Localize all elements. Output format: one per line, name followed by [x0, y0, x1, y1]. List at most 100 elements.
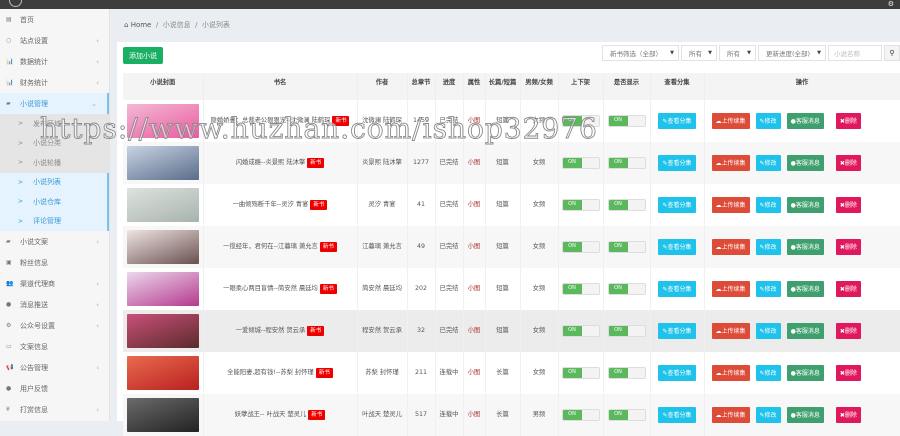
sidebar-item[interactable]: ¥ 打赏信息 ‹ [0, 399, 109, 420]
author: 简安然 晨廷均 [357, 268, 408, 310]
upload-sequel-button[interactable]: ☁ 上传续集 [711, 239, 750, 255]
sidebar-item-label: 消息推送 [20, 300, 48, 309]
sidebar-item[interactable]: ▤ 首页 [0, 9, 109, 30]
display-toggle[interactable]: ON [607, 409, 646, 421]
edit-button[interactable]: ✎ 修改 [755, 281, 781, 297]
sidebar-item[interactable]: ▰ 小说文案 ‹ [0, 231, 109, 252]
author: 沈微澜 陆鹤琛 [357, 100, 408, 142]
customer-message-button[interactable]: ● 客服消息 [786, 239, 824, 255]
view-episodes-button[interactable]: ✎ 查看分集 [658, 239, 696, 255]
sidebar-subitem[interactable]: > 发布区域 [0, 114, 109, 134]
upload-sequel-button[interactable]: ☁ 上传续集 [711, 113, 750, 129]
novel-name-search-input[interactable]: 小说名称 [828, 45, 882, 61]
display-cell: ON [603, 226, 651, 268]
upload-sequel-button[interactable]: ☁ 上传续集 [711, 197, 750, 213]
delete-button[interactable]: ✖ 删除 [835, 281, 861, 297]
shelf-toggle[interactable]: ON [561, 157, 600, 169]
delete-button[interactable]: ✖ 删除 [835, 197, 861, 213]
shelf-cell: ON [558, 184, 604, 226]
breadcrumb-home[interactable]: Home [131, 21, 152, 29]
shelf-toggle[interactable]: ON [561, 409, 600, 421]
view-episodes-button[interactable]: ✎ 查看分集 [658, 197, 696, 213]
menu-icon: 👥 [6, 280, 14, 287]
shelf-toggle[interactable]: ON [561, 199, 600, 211]
chevron-right-icon: > [18, 178, 24, 186]
cover-cell [123, 352, 204, 394]
sidebar-item[interactable]: ○ 站点设置 ‹ [0, 30, 109, 51]
display-toggle[interactable]: ON [607, 199, 646, 211]
upload-sequel-button[interactable]: ☁ 上传续集 [711, 155, 750, 171]
view-episodes-button[interactable]: ✎ 查看分集 [658, 365, 696, 381]
delete-button[interactable]: ✖ 删除 [835, 365, 861, 381]
sidebar-item[interactable]: ⚙ 公众号设置 ‹ [0, 315, 109, 336]
edit-button[interactable]: ✎ 修改 [755, 197, 781, 213]
btn-label: 上传续集 [721, 243, 746, 251]
view-episodes-button[interactable]: ✎ 查看分集 [658, 323, 696, 339]
chevron-icon: ‹ [96, 405, 99, 414]
view-episodes-button[interactable]: ✎ 查看分集 [658, 155, 696, 171]
display-toggle[interactable]: ON [607, 241, 646, 253]
settings-icon[interactable]: ⚙ [888, 0, 894, 8]
customer-message-button[interactable]: ● 客服消息 [786, 155, 824, 171]
customer-message-button[interactable]: ● 客服消息 [786, 281, 824, 297]
delete-button[interactable]: ✖ 删除 [835, 323, 861, 339]
sidebar-item[interactable]: ▰ 小说管理 ⌄ [0, 93, 109, 114]
search-button[interactable]: ⚲ [884, 45, 900, 61]
sidebar-item[interactable]: 📊 数据统计 ‹ [0, 51, 109, 72]
sidebar-item[interactable]: ▣ 粉丝信息 [0, 252, 109, 273]
add-novel-button[interactable]: 添加小说 [123, 47, 163, 64]
shelf-toggle[interactable]: ON [561, 283, 600, 295]
sidebar-item[interactable]: 📢 公告管理 ‹ [0, 357, 109, 378]
menu-icon: 📊 [6, 58, 14, 65]
customer-message-button[interactable]: ● 客服消息 [786, 365, 824, 381]
sidebar-item[interactable]: ▭ 文案信息 [0, 336, 109, 357]
sidebar-subitem[interactable]: > 小说轮播 [0, 153, 109, 173]
shelf-toggle[interactable]: ON [561, 367, 600, 379]
title-cell: 全能阳妻,超有钱!--苏梨 封怀瑾 新书 [203, 352, 358, 394]
display-toggle[interactable]: ON [607, 283, 646, 295]
sidebar-item[interactable]: ● 消息推送 ‹ [0, 294, 109, 315]
episodes-cell: ✎ 查看分集 [650, 394, 705, 436]
view-episodes-button[interactable]: ✎ 查看分集 [658, 281, 696, 297]
delete-button[interactable]: ✖ 删除 [835, 239, 861, 255]
breadcrumb-novel-info[interactable]: 小说信息 [163, 21, 191, 29]
shelf-toggle[interactable]: ON [561, 325, 600, 337]
upload-sequel-button[interactable]: ☁ 上传续集 [711, 365, 750, 381]
shelf-toggle[interactable]: ON [561, 241, 600, 253]
sidebar-subitem[interactable]: > 评论管理 [0, 211, 109, 231]
sidebar-subitem[interactable]: > 小说分类 [0, 133, 109, 153]
display-toggle[interactable]: ON [607, 367, 646, 379]
sidebar-item[interactable]: 👥 渠道代理商 ‹ [0, 273, 109, 294]
sidebar-item[interactable]: 📊 财务统计 ‹ [0, 72, 109, 93]
display-toggle[interactable]: ON [607, 325, 646, 337]
display-toggle[interactable]: ON [607, 157, 646, 169]
delete-button[interactable]: ✖ 删除 [835, 155, 861, 171]
delete-button[interactable]: ✖ 删除 [835, 113, 861, 129]
edit-button[interactable]: ✎ 修改 [755, 113, 781, 129]
display-toggle[interactable]: ON [607, 115, 646, 127]
customer-message-button[interactable]: ● 客服消息 [786, 197, 824, 213]
novel-cover-image [126, 356, 199, 390]
chevron-icon: ‹ [96, 363, 99, 372]
update-progress-filter[interactable]: 更新进度(全部) ▼ [758, 45, 826, 61]
edit-button[interactable]: ✎ 修改 [755, 239, 781, 255]
edit-button[interactable]: ✎ 修改 [755, 365, 781, 381]
filter-all-1[interactable]: 所有 ▼ [681, 45, 717, 61]
view-episodes-button[interactable]: ✎ 查看分集 [658, 113, 696, 129]
sidebar-subitem[interactable]: > 小说仓库 [0, 192, 109, 212]
new-book-badge: 新书 [315, 367, 333, 379]
upload-sequel-button[interactable]: ☁ 上传续集 [711, 323, 750, 339]
new-book-filter[interactable]: 新书筛选（全部） ▼ [602, 45, 679, 61]
edit-button[interactable]: ✎ 修改 [755, 323, 781, 339]
novel-title: 闪婚成瘾--炎景熙 陆沐擎 [235, 158, 306, 166]
menu-icon: ● [6, 301, 12, 308]
customer-message-button[interactable]: ● 客服消息 [786, 323, 824, 339]
novel-title: 全能阳妻,超有钱!--苏梨 封怀瑾 [227, 368, 314, 376]
sidebar-subitem[interactable]: > 小说列表 [0, 172, 109, 192]
upload-sequel-button[interactable]: ☁ 上传续集 [711, 281, 750, 297]
filter-all-2[interactable]: 所有 ▼ [719, 45, 756, 61]
shelf-toggle[interactable]: ON [561, 115, 600, 127]
edit-button[interactable]: ✎ 修改 [755, 155, 781, 171]
customer-message-button[interactable]: ● 客服消息 [786, 113, 824, 129]
sidebar-item[interactable]: ● 用户反馈 [0, 378, 109, 399]
